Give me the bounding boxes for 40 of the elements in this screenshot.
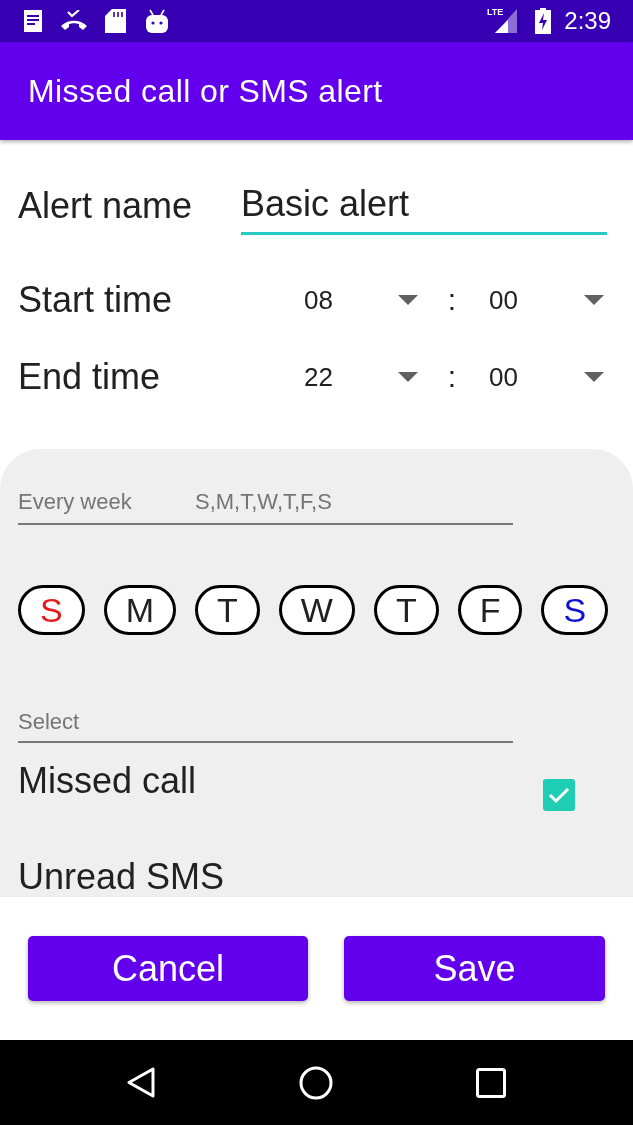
day-toggle[interactable]: T (373, 585, 439, 635)
day-toggle[interactable]: S (541, 585, 609, 635)
hour-dropdown[interactable]: 08 (304, 275, 426, 325)
check-icon (548, 786, 570, 804)
day-toggle[interactable]: W (278, 585, 355, 635)
select-dropdown[interactable]: Select (18, 702, 513, 743)
repeat-dropdown[interactable]: Every week S,M,T,W,T,F,S (18, 481, 513, 525)
minute-dropdown[interactable]: 00 (489, 275, 611, 325)
alert-name-label: Alert name (18, 187, 194, 224)
phone-arrow-icon (60, 10, 88, 32)
robot-icon (146, 9, 168, 33)
network-type-label: LTE (486, 8, 504, 17)
app-bar-title: Missed call or SMS alert (28, 75, 383, 107)
save-button[interactable]: Save (344, 936, 605, 1001)
dropdown-caret-icon (398, 372, 418, 382)
dropdown-caret-icon (584, 372, 604, 382)
time-label: End time (18, 359, 162, 395)
option-label: Missed call (18, 759, 198, 803)
sd-card-icon (105, 9, 126, 33)
day-toggle[interactable]: S (18, 585, 85, 635)
day-toggle[interactable]: M (103, 585, 176, 635)
cancel-button[interactable]: Cancel (28, 936, 308, 1001)
status-time: 2:39 (564, 9, 611, 33)
minute-dropdown[interactable]: 00 (489, 352, 611, 402)
time-separator: : (446, 362, 458, 392)
back-icon[interactable] (126, 1066, 156, 1099)
home-icon[interactable] (299, 1065, 333, 1100)
option-label: Unread SMS (18, 855, 226, 897)
battery-charging-icon (535, 8, 552, 34)
recents-icon[interactable] (476, 1067, 506, 1098)
hour-dropdown[interactable]: 22 (304, 352, 426, 402)
day-toggle[interactable]: T (195, 585, 260, 635)
dropdown-caret-icon (584, 295, 604, 305)
day-toggle[interactable]: F (457, 585, 523, 635)
time-separator: : (446, 285, 458, 315)
time-label: Start time (18, 282, 174, 318)
document-icon (22, 10, 44, 32)
alert-name-input[interactable]: Basic alert (241, 176, 607, 235)
checkbox[interactable] (543, 779, 575, 811)
dropdown-caret-icon (398, 295, 418, 305)
